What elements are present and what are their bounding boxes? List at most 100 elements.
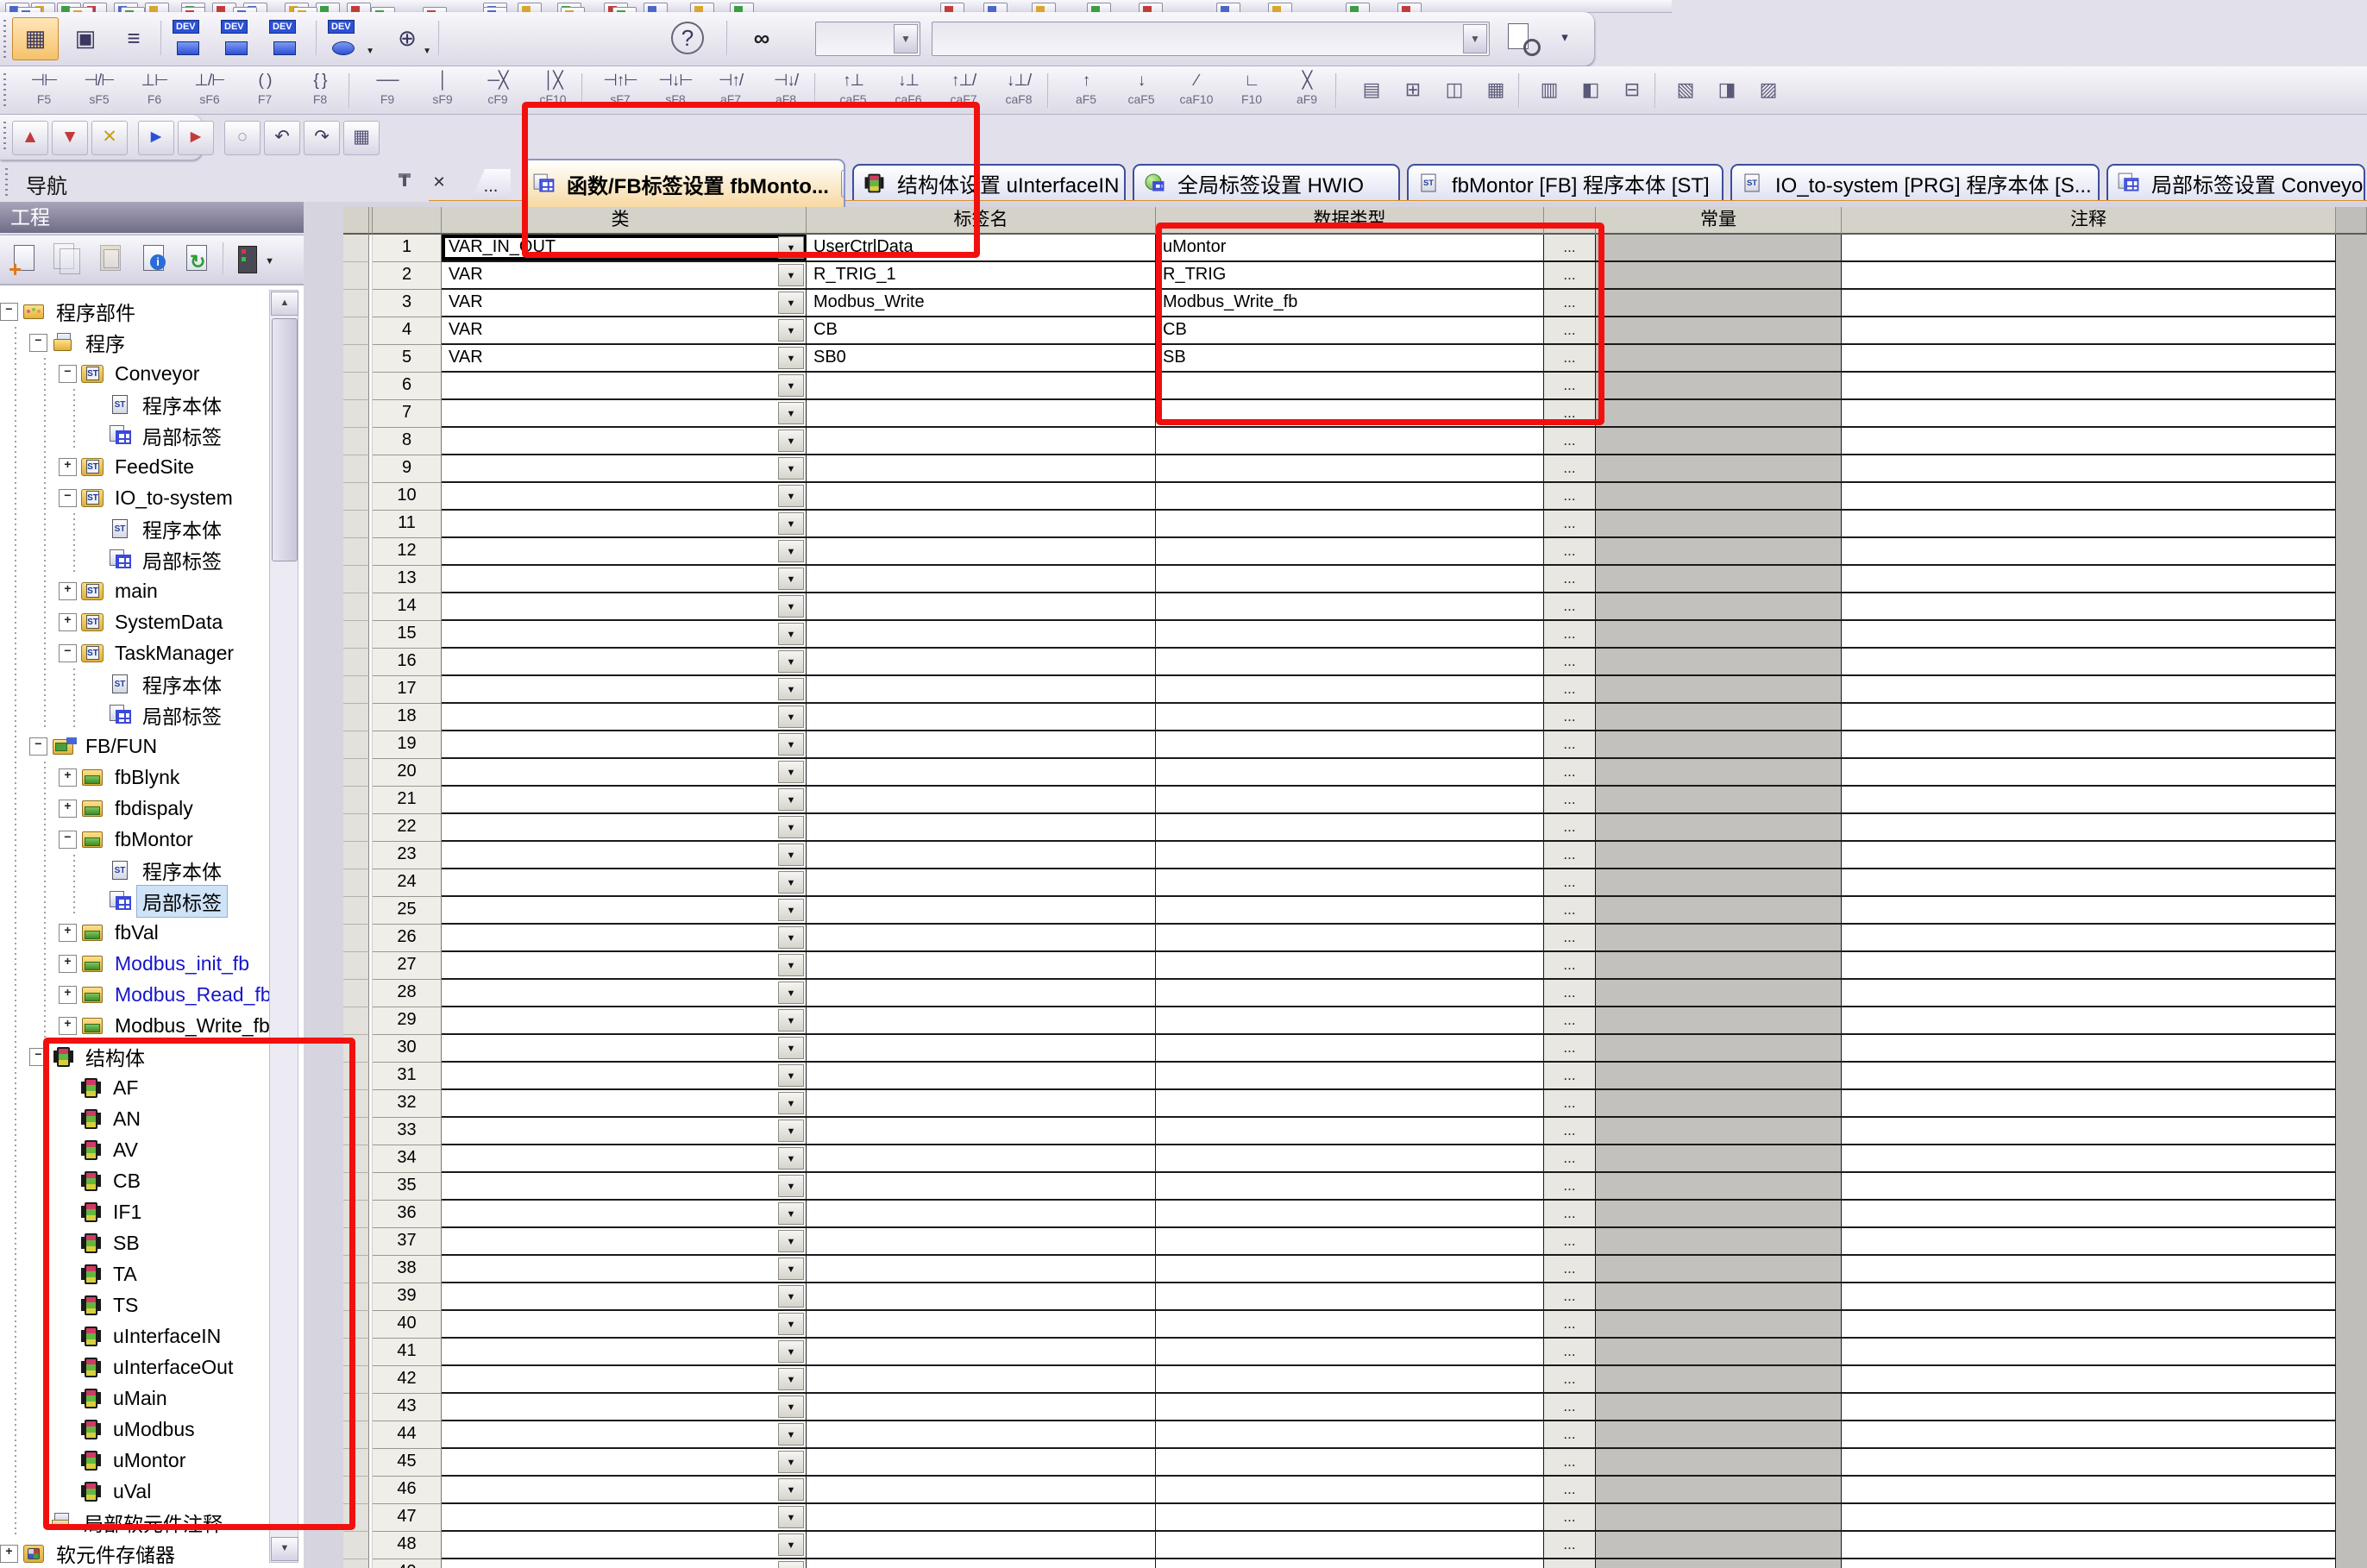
ladder-symbol-button-sF6[interactable]: ⊥/⊢sF6 [183,70,236,111]
constant-cell[interactable] [1596,869,1842,897]
label-name-cell[interactable] [807,1311,1156,1339]
ladder-symbol-button-sF5[interactable]: ⊣/⊢sF5 [72,70,126,111]
dropdown-icon[interactable]: ▼ [778,292,804,314]
dropdown-icon[interactable]: ▼ [778,954,804,976]
class-cell[interactable]: ▼ [442,869,807,897]
comment-cell[interactable] [1842,345,2336,373]
expander-minus-icon[interactable]: − [29,334,47,352]
data-type-cell[interactable] [1156,980,1544,1007]
expander-plus-icon[interactable]: + [59,955,77,973]
ladder-symbol-button-aF5[interactable]: ↑aF5 [1059,70,1113,111]
row-margin-cell[interactable] [343,511,369,538]
row-margin-cell[interactable] [343,1532,369,1559]
dropdown-icon[interactable]: ▼ [778,374,804,397]
data-type-cell[interactable] [1156,925,1544,952]
data-type-cell[interactable] [1156,593,1544,621]
row-number-cell[interactable]: 22 [373,814,442,842]
row-margin-cell[interactable] [343,593,369,621]
data-type-cell[interactable] [1156,538,1544,566]
expander-plus-icon[interactable]: + [59,768,77,787]
combo-dropdown-icon[interactable]: ▼ [894,24,918,53]
dropdown-icon[interactable]: ▼ [778,1175,804,1197]
flag-red-icon[interactable]: ► [178,121,214,155]
row-number-cell[interactable]: 27 [373,952,442,980]
find-binoculars-button[interactable]: ∞ [738,17,785,60]
type-picker-button[interactable]: ... [1544,1394,1596,1421]
expander-minus-icon[interactable]: − [59,831,77,849]
type-picker-button[interactable]: ... [1544,897,1596,925]
comment-cell[interactable] [1842,511,2336,538]
dropdown-icon[interactable]: ▼ [778,1506,804,1528]
type-picker-button[interactable]: ... [1544,704,1596,731]
row-margin-cell[interactable] [343,373,369,400]
type-picker-button[interactable]: ... [1544,1421,1596,1449]
class-cell[interactable]: ▼ [442,787,807,814]
row-number-cell[interactable]: 11 [373,511,442,538]
toolbar-grip[interactable] [3,20,8,57]
ladder-tool-button[interactable]: ▨ [1749,73,1787,108]
class-cell[interactable]: VAR▼ [442,262,807,290]
label-name-cell[interactable] [807,1394,1156,1421]
label-name-cell[interactable] [807,1007,1156,1035]
row-margin-cell[interactable] [343,262,369,290]
data-type-cell[interactable] [1156,1532,1544,1559]
row-margin-cell[interactable] [343,538,369,566]
row-number-cell[interactable]: 39 [373,1283,442,1311]
data-type-cell[interactable] [1156,566,1544,593]
tree-item-Modbus_Write_fb[interactable]: +Modbus_Write_fb [0,1010,304,1041]
dropdown-icon[interactable]: ▼ [778,1147,804,1170]
dropdown-icon[interactable]: ▼ [778,1230,804,1252]
constant-cell[interactable] [1596,262,1842,290]
ladder-tool-button[interactable]: ⊟ [1613,73,1651,108]
dropdown-icon[interactable]: ▼ [778,347,804,369]
class-cell[interactable]: ▼ [442,400,807,428]
ladder-symbol-button-cF9[interactable]: ─╳cF9 [471,70,524,111]
row-margin-cell[interactable] [343,1559,369,1568]
label-name-cell[interactable] [807,1339,1156,1366]
comment-cell[interactable] [1842,1366,2336,1394]
row-margin-cell[interactable] [343,814,369,842]
comment-cell[interactable] [1842,759,2336,787]
row-number-cell[interactable]: 15 [373,621,442,649]
row-number-cell[interactable]: 2 [373,262,442,290]
row-margin-cell[interactable] [343,704,369,731]
data-type-cell[interactable] [1156,1256,1544,1283]
constant-cell[interactable] [1596,1063,1842,1090]
comment-cell[interactable] [1842,1256,2336,1283]
row-margin-cell[interactable] [343,483,369,511]
row-margin-cell[interactable] [343,1007,369,1035]
row-number-cell[interactable]: 17 [373,676,442,704]
class-cell[interactable]: ▼ [442,1283,807,1311]
expander-plus-icon[interactable]: + [59,924,77,942]
row-margin-cell[interactable] [343,1311,369,1339]
dropdown-icon[interactable]: ▼ [778,844,804,866]
row-number-cell[interactable]: 38 [373,1256,442,1283]
label-name-cell[interactable] [807,842,1156,869]
comment-cell[interactable] [1842,842,2336,869]
label-name-cell[interactable] [807,1559,1156,1568]
device-find-button[interactable]: DEV [169,17,216,60]
dropdown-icon[interactable]: ▼ [778,1120,804,1142]
tree-item-局部软元件注释[interactable]: 局部软元件注释 [0,1507,304,1538]
ladder-symbol-button-F10[interactable]: ∟F10 [1225,70,1278,111]
type-picker-button[interactable]: ... [1544,345,1596,373]
data-type-cell[interactable]: SB [1156,345,1544,373]
type-picker-button[interactable]: ... [1544,1559,1596,1568]
scrollbar-thumb[interactable] [272,318,298,561]
ladder-tool-button[interactable]: ▧ [1667,73,1705,108]
constant-cell[interactable] [1596,1090,1842,1118]
type-picker-button[interactable]: ... [1544,1007,1596,1035]
class-cell[interactable]: ▼ [442,1477,807,1504]
dropdown-icon[interactable]: ▼ [778,1561,804,1568]
device-list-button[interactable]: DEV [217,17,264,60]
row-margin-cell[interactable] [343,1256,369,1283]
tree-item-IO_to-system[interactable]: −IO_to-system [0,482,304,513]
device-assignment-button[interactable]: DEV [266,17,312,60]
constant-cell[interactable] [1596,1035,1842,1063]
expander-plus-icon[interactable]: + [0,1545,18,1563]
data-type-cell[interactable]: R_TRIG [1156,262,1544,290]
dropdown-icon[interactable]: ▼ [778,1396,804,1418]
help-button[interactable]: ? [664,17,711,60]
constant-cell[interactable] [1596,317,1842,345]
outline-view-button[interactable]: ≡ [110,17,157,60]
